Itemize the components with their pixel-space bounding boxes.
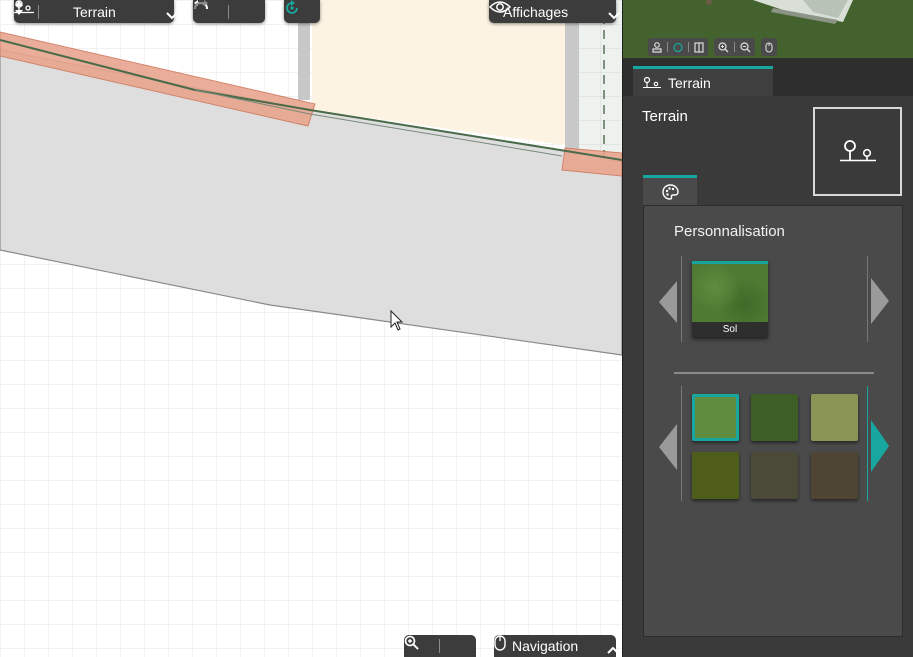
view-mode-group [648, 38, 708, 56]
texture-soil-brown[interactable] [811, 452, 858, 499]
divider [681, 256, 682, 342]
person-icon[interactable] [652, 41, 662, 53]
divider [674, 372, 874, 374]
divider [867, 386, 868, 501]
sync-toolbar [284, 0, 320, 23]
tab-customization[interactable] [643, 175, 697, 206]
zoom-in-icon[interactable] [718, 41, 729, 53]
navigation-button[interactable]: Navigation [494, 635, 619, 657]
3d-preview[interactable] [623, 0, 913, 58]
terrain-icon [643, 76, 661, 89]
palette-icon [661, 184, 679, 200]
terrain-icon [838, 139, 878, 164]
zoom-toolbar [404, 635, 476, 657]
properties-panel: Terrain Terrain Personnalisation Sol [622, 0, 913, 657]
building-wall-right [565, 0, 579, 155]
panel-tab-strip: Terrain [623, 58, 913, 96]
orbit-icon[interactable] [673, 42, 683, 53]
texture-soil-grass[interactable] [751, 452, 798, 499]
divider [867, 256, 868, 342]
floorplan-icon[interactable] [694, 41, 704, 53]
preview-toolbar [648, 38, 783, 56]
next-arrow-icon[interactable] [871, 278, 889, 329]
plan-drawing[interactable] [0, 0, 622, 657]
display-options-label: Affichages [503, 3, 569, 20]
prev-arrow-icon[interactable] [659, 424, 677, 475]
preview-zoom-group [714, 38, 755, 56]
texture-slot-sol[interactable]: Sol [692, 261, 768, 337]
mouse-icon[interactable] [765, 41, 773, 53]
mode-selector[interactable]: Terrain [14, 0, 178, 23]
tab-terrain[interactable]: Terrain [633, 66, 773, 96]
divider [681, 386, 682, 501]
divider [439, 639, 441, 653]
sol-texture-swatch [692, 264, 768, 322]
divider [228, 4, 230, 19]
texture-grass-light[interactable] [692, 394, 739, 441]
zoom-out-icon[interactable] [740, 41, 751, 53]
page-title: Terrain [642, 108, 688, 125]
texture-grass-dark[interactable] [751, 394, 798, 441]
sol-label: Sol [722, 324, 738, 335]
texture-grass-dry[interactable] [811, 394, 858, 441]
display-options-button[interactable]: Affichages [489, 0, 620, 23]
preview-mouse-group [761, 38, 777, 56]
section-title: Personnalisation [674, 223, 785, 240]
texture-moss[interactable] [692, 452, 739, 499]
plan-canvas[interactable]: Terrain Affichages Navigation [0, 0, 622, 657]
divider [38, 4, 39, 19]
navigation-label: Navigation [512, 638, 579, 654]
customization-panel: Personnalisation Sol [643, 205, 903, 637]
tab-terrain-label: Terrain [668, 74, 711, 91]
prev-arrow-icon[interactable] [659, 281, 677, 328]
terrain-thumbnail [813, 107, 902, 196]
history-toolbar [193, 0, 265, 23]
mode-label: Terrain [73, 3, 116, 20]
next-arrow-icon[interactable] [871, 420, 889, 477]
